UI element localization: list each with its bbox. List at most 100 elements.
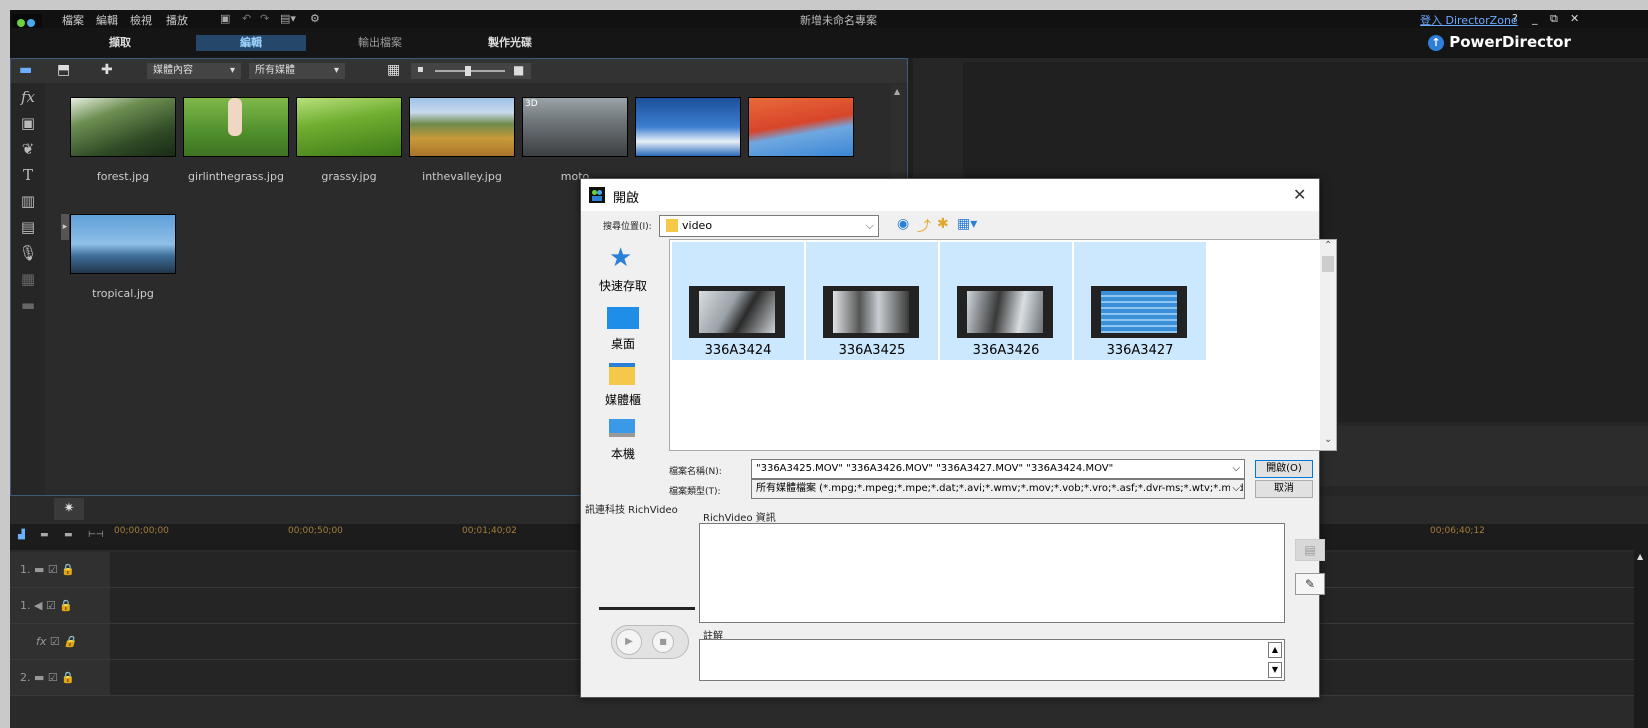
video-file-icon (957, 286, 1053, 338)
ruler-time: 00;00;50;00 (288, 526, 343, 536)
scroll-up-icon[interactable]: ⌃ (1324, 240, 1332, 251)
transition-icon[interactable]: ▥ (17, 191, 39, 211)
timeline-scrollbar[interactable]: ▲ (1634, 550, 1648, 728)
media-label: tropical.jpg (92, 287, 154, 300)
chevron-down-icon: ▾ (229, 65, 235, 76)
playback-controls: ▶ ■ (611, 625, 689, 659)
magic-tool-button[interactable]: ✷ (54, 498, 84, 520)
place-library[interactable]: 媒體櫃 (589, 391, 657, 408)
import-icon[interactable]: ⬒ (57, 62, 70, 78)
open-button[interactable]: 開啟(O) (1255, 460, 1313, 478)
title-icon[interactable]: T (17, 165, 39, 185)
subtitle-icon[interactable]: ▤ (17, 217, 39, 237)
media-thumbnail[interactable] (184, 98, 288, 156)
grid-view-icon[interactable]: ▦ (387, 62, 400, 78)
back-icon[interactable]: ◉ (897, 216, 909, 232)
microphone-icon[interactable]: 🎙 (17, 243, 39, 263)
minimize-icon[interactable]: _ (1532, 12, 1538, 25)
media-thumbnail[interactable] (71, 98, 175, 156)
richvideo-info-box[interactable] (699, 523, 1285, 623)
media-thumbnail[interactable] (749, 98, 853, 156)
scroll-thumb[interactable] (1322, 256, 1334, 272)
quick-access-icon[interactable]: ★ (609, 243, 632, 273)
play-button[interactable]: ▶ (616, 629, 642, 655)
menu-view[interactable]: 檢視 (130, 12, 152, 28)
filter-dropdown[interactable]: 所有媒體 ▾ (249, 63, 345, 79)
chapter-icon[interactable]: ▦ (17, 269, 39, 289)
chevron-down-icon[interactable]: ⌵ (1230, 480, 1240, 498)
tab-output[interactable]: 輸出檔案 (330, 35, 430, 51)
media-thumbnail[interactable]: 3D (523, 98, 627, 156)
content-dropdown[interactable]: 媒體內容 ▾ (147, 63, 241, 79)
media-thumbnail[interactable] (297, 98, 401, 156)
file-name: 336A3427 (1106, 343, 1174, 358)
tab-capture[interactable]: 擷取 (80, 35, 160, 51)
menu-play[interactable]: 播放 (166, 12, 188, 28)
scroll-down-icon[interactable]: ⌄ (1324, 434, 1332, 445)
tab-edit[interactable]: 編輯 (196, 35, 306, 51)
particle-icon[interactable]: ❦ (17, 139, 39, 159)
pip-icon[interactable]: ▣ (17, 113, 39, 133)
undo-icon[interactable]: ↶ (242, 12, 251, 25)
mode-tabs: 擷取 編輯 輸出檔案 製作光碟 ↑ PowerDirector (10, 28, 1648, 58)
filetype-dropdown[interactable]: 所有媒體檔案 (*.mpg;*.mpeg;*.mpe;*.dat;*.avi;*… (751, 479, 1245, 499)
login-link[interactable]: 登入 DirectorZone (1420, 12, 1518, 28)
view-menu-icon[interactable]: ▦▾ (957, 216, 977, 232)
figure-shape (228, 98, 242, 136)
close-icon[interactable]: ✕ (1570, 12, 1579, 25)
storyboard-icon[interactable]: ▬ (40, 530, 49, 540)
tab-disc[interactable]: 製作光碟 (460, 35, 560, 51)
slider-handle[interactable] (465, 66, 471, 76)
settings-icon[interactable]: ⚙ (310, 12, 320, 25)
menu-file[interactable]: 檔案 (62, 12, 84, 28)
file-item[interactable]: 336A3426 (940, 242, 1072, 360)
new-folder-icon[interactable]: ✱ (937, 216, 949, 232)
file-item[interactable]: 336A3424 (672, 242, 804, 360)
file-list-scrollbar[interactable]: ⌃ ⌄ (1320, 240, 1336, 450)
caption-icon[interactable]: ▬ (17, 295, 39, 315)
place-desktop[interactable]: 桌面 (589, 335, 657, 352)
media-thumbnail[interactable] (71, 215, 175, 273)
filename-input[interactable]: "336A3425.MOV" "336A3426.MOV" "336A3427.… (751, 459, 1245, 479)
file-item[interactable]: 336A3425 (806, 242, 938, 360)
stop-button[interactable]: ■ (652, 631, 674, 653)
folder-icon (666, 219, 678, 232)
notes-scroll-down[interactable]: ▼ (1268, 662, 1282, 678)
zoom-icon[interactable]: ⊢⊣ (88, 530, 104, 540)
track-view-icon[interactable]: ▟ (18, 530, 25, 540)
library-icon[interactable] (609, 363, 635, 385)
notes-box[interactable]: ▲ ▼ (699, 639, 1285, 681)
menu-edit[interactable]: 編輯 (96, 12, 118, 28)
fx-icon[interactable]: fx (17, 87, 39, 107)
analyze-button[interactable]: ▤ (1295, 539, 1325, 561)
media-thumbnail[interactable] (410, 98, 514, 156)
chevron-down-icon[interactable]: ⌵ (1230, 460, 1240, 478)
place-quick-access[interactable]: 快速存取 (589, 277, 657, 294)
up-folder-icon[interactable]: ⤴ (917, 216, 931, 236)
this-pc-icon[interactable] (609, 419, 635, 437)
restore-icon[interactable]: ⧉ (1550, 12, 1558, 26)
media-room-icon[interactable]: ▬ (19, 62, 32, 78)
collapse-handle[interactable]: ▸ (61, 214, 69, 240)
help-button[interactable]: ? (1512, 12, 1518, 25)
notes-scroll-up[interactable]: ▲ (1268, 642, 1282, 658)
plugin-icon[interactable]: ✚ (101, 62, 113, 78)
cancel-button[interactable]: 取消 (1255, 480, 1313, 498)
save-icon[interactable]: ▣ (220, 12, 230, 25)
desktop-icon[interactable] (607, 307, 639, 329)
location-dropdown[interactable]: video ⌵ (659, 215, 879, 237)
screen-icon[interactable]: ▤▾ (280, 12, 296, 25)
room-sidebar: fx ▣ ❦ T ▥ ▤ 🎙 ▦ ▬ (11, 83, 45, 495)
thumbnail-size-slider[interactable]: ▪ ■ (411, 63, 531, 79)
media-thumbnail[interactable] (636, 98, 740, 156)
dialog-close-icon[interactable]: ✕ (1293, 185, 1306, 204)
edit-info-button[interactable]: ✎ (1295, 573, 1325, 595)
place-this-pc[interactable]: 本機 (589, 445, 657, 461)
filename-value: "336A3425.MOV" "336A3426.MOV" "336A3427.… (756, 463, 1114, 474)
fit-icon[interactable]: ▬ (64, 530, 73, 540)
scroll-up-icon[interactable]: ▲ (894, 87, 900, 96)
library-toolbar: ▬ ⬒ ✚ 媒體內容 ▾ 所有媒體 ▾ ▦ ▪ ■ (11, 59, 907, 83)
redo-icon[interactable]: ↷ (260, 12, 269, 25)
file-item[interactable]: 336A3427 (1074, 242, 1206, 360)
scroll-up-icon[interactable]: ▲ (1637, 552, 1643, 561)
